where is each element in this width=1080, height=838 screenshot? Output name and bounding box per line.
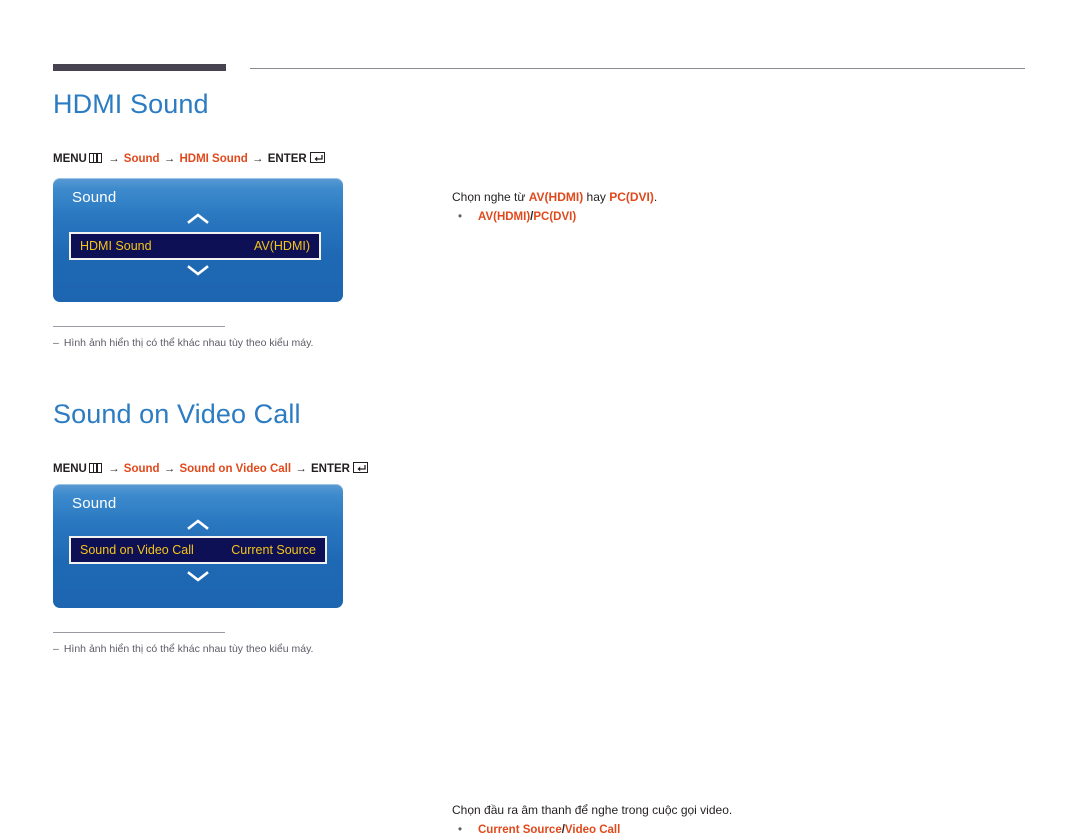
description-lead-pre: Chọn nghe từ <box>452 190 529 204</box>
page-header-rule <box>53 62 1025 72</box>
menu-path-enter-label: ENTER <box>310 463 350 475</box>
footnote-text-row: – Hình ảnh hiển thị có thể khác nhau tùy … <box>53 337 313 350</box>
menu-path-arrow-2: → <box>163 463 176 475</box>
footnote-rule <box>53 326 225 327</box>
menu-path-arrow-1: → <box>108 463 120 475</box>
menu-path-step-2: Sound on Video Call <box>179 463 292 475</box>
osd-selected-row[interactable]: Sound on Video Call Current Source <box>69 536 327 564</box>
option-list-item: • Current Source / Video Call <box>452 822 1012 838</box>
option-value-2: Video Call <box>564 824 621 836</box>
option-value-2: PC(DVI) <box>533 211 577 223</box>
menu-path-arrow-1: → <box>108 153 120 165</box>
header-rule-thick <box>53 64 226 71</box>
chevron-up-icon[interactable] <box>53 212 343 225</box>
description-column: Chọn nghe từ AV(HDMI) hay PC(DVI). • AV(… <box>452 189 1012 225</box>
enter-return-icon <box>309 152 325 163</box>
page-title: Sound on Video Call <box>53 399 301 429</box>
osd-selected-row[interactable]: HDMI Sound AV(HDMI) <box>69 232 321 260</box>
chevron-down-icon[interactable] <box>53 264 343 277</box>
chevron-down-icon[interactable] <box>53 570 343 583</box>
menu-path-step-2: HDMI Sound <box>179 153 248 165</box>
footnote-rule <box>53 632 225 633</box>
menu-path-arrow-3: → <box>295 463 307 475</box>
osd-preview-panel: Sound HDMI Sound AV(HDMI) <box>53 178 343 302</box>
option-value-1: Current Source <box>478 824 562 836</box>
osd-row-label: HDMI Sound <box>80 239 152 253</box>
footnote-dash: – <box>53 337 59 349</box>
osd-panel-title: Sound <box>72 495 117 512</box>
description-lead-mid: hay <box>583 190 610 204</box>
page-title: HDMI Sound <box>53 89 209 119</box>
footnote: – Hình ảnh hiển thị có thể khác nhau tùy … <box>53 632 313 656</box>
osd-row-label: Sound on Video Call <box>80 543 194 557</box>
chevron-up-icon[interactable] <box>53 518 343 531</box>
description-lead-post: . <box>653 190 658 204</box>
description-lead-em2: PC(DVI) <box>609 190 654 204</box>
menu-path-menu-label: MENU <box>53 463 87 475</box>
option-list-item: • AV(HDMI) / PC(DVI) <box>452 209 1012 225</box>
menu-path: MENU → Sound → Sound on Video Call → ENT… <box>53 462 368 476</box>
osd-row-value: Current Source <box>231 543 316 557</box>
menu-grid-icon <box>88 463 102 473</box>
footnote-text: Hình ảnh hiển thị có thể khác nhau tùy t… <box>63 337 314 349</box>
menu-path: MENU → Sound → HDMI Sound → ENTER <box>53 152 325 166</box>
osd-panel-title: Sound <box>72 189 117 206</box>
osd-row-value: AV(HDMI) <box>253 239 310 253</box>
footnote-text-row: – Hình ảnh hiển thị có thể khác nhau tùy … <box>53 643 313 656</box>
description-lead: Chọn nghe từ AV(HDMI) hay PC(DVI). <box>452 189 1012 205</box>
header-rule-thin <box>250 68 1025 69</box>
bullet-dot-icon: • <box>458 211 463 223</box>
footnote-text: Hình ảnh hiển thị có thể khác nhau tùy t… <box>63 643 314 655</box>
menu-path-step-1: Sound <box>123 463 160 475</box>
description-lead-pre: Chọn đầu ra âm thanh để nghe trong cuộc … <box>452 803 733 817</box>
enter-return-icon <box>352 462 368 473</box>
menu-path-arrow-2: → <box>163 153 176 165</box>
osd-preview-panel: Sound Sound on Video Call Current Source <box>53 484 343 608</box>
menu-path-step-1: Sound <box>123 153 160 165</box>
menu-path-menu-label: MENU <box>53 153 87 165</box>
description-lead-em1: AV(HDMI) <box>528 190 584 204</box>
menu-path-arrow-3: → <box>252 153 264 165</box>
menu-grid-icon <box>88 153 102 163</box>
footnote: – Hình ảnh hiển thị có thể khác nhau tùy … <box>53 326 313 350</box>
bullet-dot-icon: • <box>458 824 463 836</box>
footnote-dash: – <box>53 643 59 655</box>
option-value-1: AV(HDMI) <box>478 211 531 223</box>
description-column: Chọn đầu ra âm thanh để nghe trong cuộc … <box>452 802 1012 838</box>
description-lead: Chọn đầu ra âm thanh để nghe trong cuộc … <box>452 802 1012 818</box>
menu-path-enter-label: ENTER <box>267 153 307 165</box>
